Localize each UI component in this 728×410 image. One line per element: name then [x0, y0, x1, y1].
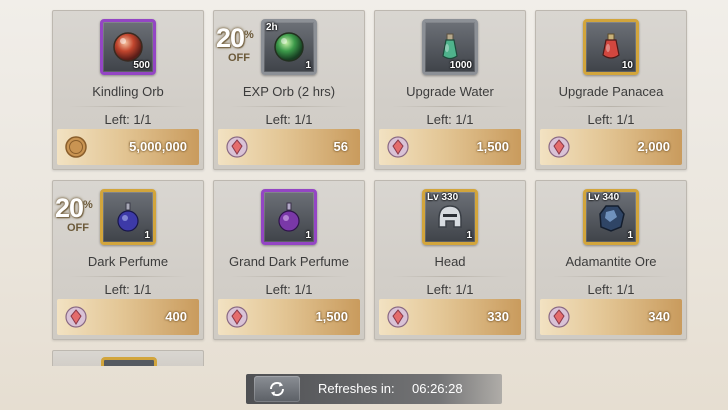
price-value: 330 — [487, 309, 509, 324]
refresh-timer-bar: Refreshes in: 06:26:28 — [246, 374, 502, 404]
gem-currency-icon — [65, 306, 87, 328]
gem-currency-icon — [387, 136, 409, 158]
item-slot[interactable]: 2h 1 — [261, 19, 317, 75]
price-button[interactable]: 400 — [57, 299, 199, 335]
divider — [230, 276, 348, 277]
item-slot[interactable]: 1 — [100, 189, 156, 245]
refresh-icon — [269, 381, 285, 397]
shop-item-card[interactable]: 500 Kindling Orb Left: 1/1 5,000,000 — [52, 10, 204, 170]
item-slot[interactable]: 500 — [100, 19, 156, 75]
shop-item-card[interactable]: 1 Grand Dark Perfume Left: 1/1 1,500 — [213, 180, 365, 340]
purchase-limit: Left: 1/1 — [426, 282, 474, 297]
divider — [230, 106, 348, 107]
purchase-limit: Left: 1/1 — [265, 282, 313, 297]
gem-currency-icon — [548, 136, 570, 158]
item-name: Adamantite Ore — [565, 254, 657, 269]
divider — [552, 106, 670, 107]
item-name: Kindling Orb — [92, 84, 164, 99]
price-value: 1,500 — [476, 139, 509, 154]
purchase-limit: Left: 1/1 — [104, 112, 152, 127]
duration-tag: 2h — [266, 22, 278, 33]
gold-coin-icon — [65, 136, 87, 158]
discount-symbol: % — [83, 199, 93, 211]
item-name: Upgrade Water — [406, 84, 494, 99]
adamantite-ore-icon — [599, 205, 625, 232]
gem-currency-icon — [548, 306, 570, 328]
discount-badge: 20% OFF — [216, 25, 254, 64]
item-slot[interactable]: 10 — [583, 19, 639, 75]
price-button[interactable]: 56 — [218, 129, 360, 165]
shop-item-grid: 500 Kindling Orb Left: 1/1 5,000,000 2h … — [52, 10, 687, 340]
level-tag: Lv 330 — [427, 192, 459, 203]
item-name: Dark Perfume — [87, 254, 169, 269]
discount-off-label: OFF — [67, 222, 89, 234]
price-button[interactable]: 330 — [379, 299, 521, 335]
price-value: 400 — [165, 309, 187, 324]
purchase-limit: Left: 1/1 — [587, 112, 635, 127]
discount-percent: 20 — [55, 193, 84, 223]
price-value: 2,000 — [637, 139, 670, 154]
shop-item-card[interactable]: Lv 340 1 Adamantite Ore Left: 1/1 340 — [535, 180, 687, 340]
price-button[interactable]: 2,000 — [540, 129, 682, 165]
gem-currency-icon — [387, 306, 409, 328]
purchase-limit: Left: 1/1 — [265, 112, 313, 127]
shop-item-card-partial[interactable] — [52, 350, 204, 366]
price-button[interactable]: 5,000,000 — [57, 129, 199, 165]
price-value: 340 — [648, 309, 670, 324]
refresh-button[interactable] — [254, 376, 300, 402]
refresh-countdown: 06:26:28 — [412, 381, 463, 396]
item-name: Head — [434, 254, 466, 269]
purchase-limit: Left: 1/1 — [104, 282, 152, 297]
item-quantity: 1 — [627, 230, 633, 241]
divider — [391, 106, 509, 107]
item-slot — [101, 357, 157, 366]
discount-off-label: OFF — [228, 52, 250, 64]
gem-currency-icon — [226, 136, 248, 158]
price-value: 56 — [333, 139, 348, 154]
item-name: Grand Dark Perfume — [229, 254, 349, 269]
grand-dark-perfume-icon — [278, 202, 300, 232]
item-quantity: 1 — [466, 230, 472, 241]
shop-item-card[interactable]: 1 20% OFF Dark Perfume Left: 1/1 400 — [52, 180, 204, 340]
level-tag: Lv 340 — [588, 192, 620, 203]
item-quantity: 1 — [305, 230, 311, 241]
shop-item-card[interactable]: 2h 1 20% OFF EXP Orb (2 hrs) Left: 1/1 5… — [213, 10, 365, 170]
item-name: EXP Orb (2 hrs) — [242, 84, 336, 99]
item-name: Upgrade Panacea — [558, 84, 664, 99]
shop-item-card[interactable]: Lv 330 1 Head Left: 1/1 330 — [374, 180, 526, 340]
item-slot[interactable]: 1000 — [422, 19, 478, 75]
item-slot[interactable]: Lv 340 1 — [583, 189, 639, 245]
helmet-icon — [438, 205, 462, 228]
shop-item-card[interactable]: 1000 Upgrade Water Left: 1/1 1,500 — [374, 10, 526, 170]
divider — [69, 276, 187, 277]
gem-currency-icon — [226, 306, 248, 328]
divider — [69, 106, 187, 107]
item-quantity: 10 — [621, 60, 633, 71]
divider — [552, 276, 670, 277]
price-value: 5,000,000 — [129, 139, 187, 154]
discount-symbol: % — [244, 29, 254, 41]
exp-orb-icon — [274, 32, 304, 62]
price-button[interactable]: 1,500 — [379, 129, 521, 165]
divider — [391, 276, 509, 277]
price-button[interactable]: 340 — [540, 299, 682, 335]
price-value: 1,500 — [315, 309, 348, 324]
discount-percent: 20 — [216, 23, 245, 53]
price-button[interactable]: 1,500 — [218, 299, 360, 335]
item-quantity: 1000 — [449, 60, 472, 71]
shop-item-card[interactable]: 10 Upgrade Panacea Left: 1/1 2,000 — [535, 10, 687, 170]
discount-badge: 20% OFF — [55, 195, 93, 234]
dark-perfume-icon — [117, 202, 139, 232]
item-slot[interactable]: 1 — [261, 189, 317, 245]
refresh-label: Refreshes in: — [318, 381, 395, 396]
purchase-limit: Left: 1/1 — [426, 112, 474, 127]
item-quantity: 500 — [133, 60, 150, 71]
purchase-limit: Left: 1/1 — [587, 282, 635, 297]
item-quantity: 1 — [144, 230, 150, 241]
item-quantity: 1 — [305, 60, 311, 71]
item-slot[interactable]: Lv 330 1 — [422, 189, 478, 245]
